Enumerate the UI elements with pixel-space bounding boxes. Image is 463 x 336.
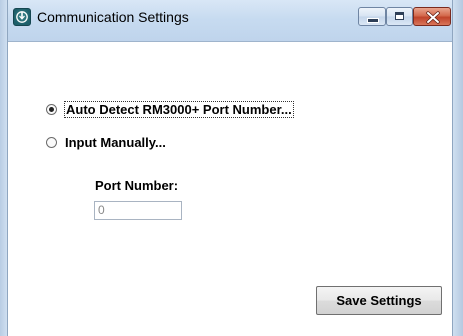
auto-detect-option[interactable]: Auto Detect RM3000+ Port Number...: [46, 101, 294, 118]
maximize-icon: [395, 12, 404, 20]
app-logo-icon: [13, 8, 31, 26]
auto-detect-radio[interactable]: [46, 104, 57, 115]
maximize-button[interactable]: [386, 7, 413, 26]
manual-input-option[interactable]: Input Manually...: [46, 135, 166, 150]
window-border-left: [0, 0, 8, 336]
minimize-button[interactable]: [358, 7, 386, 26]
manual-input-label[interactable]: Input Manually...: [65, 135, 166, 150]
title-bar[interactable]: Communication Settings: [0, 0, 463, 42]
minimize-icon: [367, 18, 379, 23]
save-settings-button[interactable]: Save Settings: [316, 286, 442, 315]
window-title: Communication Settings: [37, 9, 189, 25]
port-number-label: Port Number:: [95, 178, 179, 193]
auto-detect-label[interactable]: Auto Detect RM3000+ Port Number...: [64, 101, 294, 118]
window-border-right: [452, 0, 463, 336]
close-button[interactable]: [413, 7, 451, 26]
close-icon: [426, 11, 440, 24]
port-number-input[interactable]: 0: [94, 201, 182, 220]
manual-input-radio[interactable]: [46, 137, 57, 148]
